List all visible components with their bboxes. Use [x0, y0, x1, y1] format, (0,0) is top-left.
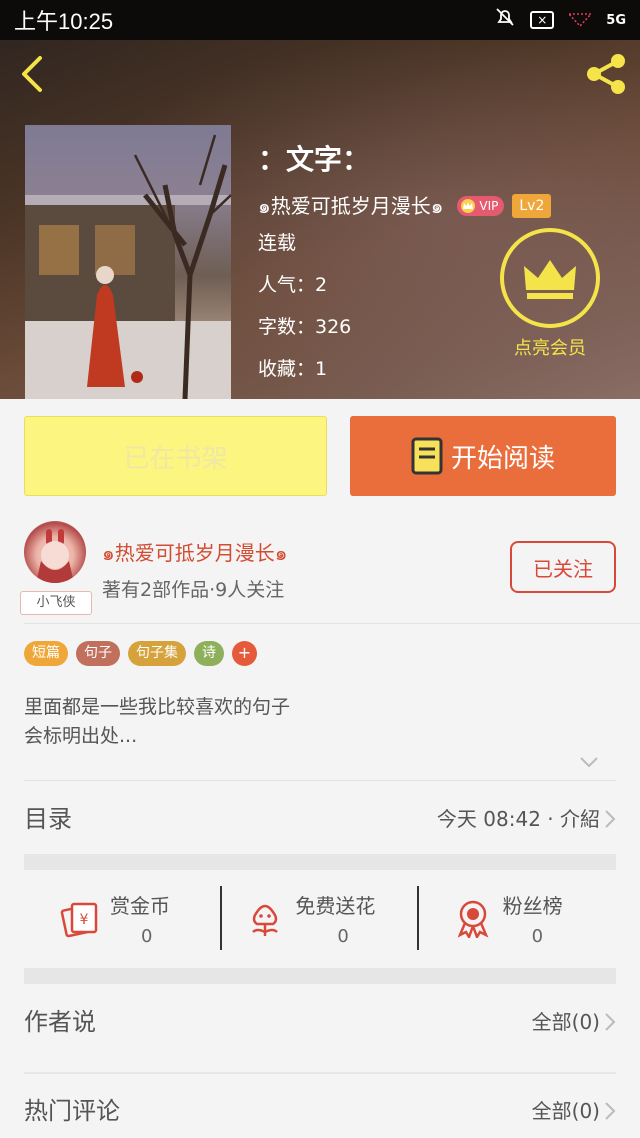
level-badge: Lv2	[512, 194, 552, 218]
description-line: 里面都是一些我比较喜欢的句子	[24, 696, 291, 718]
chevron-left-icon	[22, 56, 42, 92]
author-says-label: 作者说	[24, 1008, 96, 1036]
section-separator	[24, 968, 616, 984]
reward-coins-button[interactable]: ¥ 赏金币 0	[24, 874, 221, 968]
hot-comments-count: 全部(0)	[531, 1099, 600, 1123]
send-flower-count: 0	[337, 926, 349, 947]
chevron-down-icon	[580, 757, 598, 768]
signal-icon	[567, 8, 594, 33]
share-button[interactable]	[582, 52, 630, 96]
fan-rank-count: 0	[531, 926, 544, 947]
author-says-count: 全部(0)	[531, 1010, 600, 1034]
share-icon	[587, 54, 625, 94]
reward-coins-label: 赏金币	[110, 894, 170, 918]
on-shelf-button[interactable]: 已在书架	[24, 416, 327, 496]
send-flower-label: 免费送花	[295, 894, 376, 918]
expand-description-button[interactable]	[578, 754, 600, 770]
back-button[interactable]	[14, 52, 50, 96]
tag-list: 短篇 句子 句子集 诗 +	[24, 641, 257, 666]
crown-icon	[524, 260, 576, 299]
author-name[interactable]: ๑热爱可抵岁月漫长๑	[102, 537, 287, 569]
vip-label: VIP	[479, 199, 499, 213]
book-title: ：文字：	[258, 143, 371, 176]
hot-comments-row[interactable]: 热门评论 全部(0)	[0, 1073, 640, 1138]
catalog-row[interactable]: 目录 今天 08:42 · 介紹	[0, 781, 640, 857]
status-bar: 上午10:25 × 5G	[0, 0, 640, 40]
description-line: 会标明出处...	[24, 725, 138, 747]
followed-button[interactable]: 已关注	[510, 541, 616, 593]
medal-icon	[457, 900, 489, 938]
divider	[24, 623, 640, 624]
network-badge: 5G	[606, 12, 626, 28]
sim-icon: ×	[530, 11, 555, 29]
tag-chip[interactable]: 短篇	[24, 641, 68, 666]
book-header: 上午10:25 × 5G ：文字： ๑热爱可抵岁月漫长๑ VIP Lv2 连载 …	[0, 0, 640, 399]
svg-text:¥: ¥	[80, 912, 89, 928]
add-tag-button[interactable]: +	[232, 641, 257, 666]
tag-chip[interactable]: 句子集	[128, 641, 186, 666]
author-says-row[interactable]: 作者说 全部(0)	[0, 984, 640, 1060]
flower-icon	[252, 904, 279, 936]
status-time: 上午10:25	[14, 9, 114, 34]
tag-chip[interactable]: 诗	[194, 641, 224, 666]
fan-rank-button[interactable]: 粉丝榜 0	[419, 874, 616, 968]
member-label: 点亮会员	[514, 338, 586, 359]
avatar-title-tag: 小飞侠	[20, 591, 92, 615]
book-author-link[interactable]: ๑热爱可抵岁月漫长๑	[258, 190, 443, 222]
reward-coin-icon: ¥	[60, 902, 98, 938]
action-bar: 已在书架 开始阅读	[0, 399, 640, 509]
crown-icon	[461, 199, 476, 213]
section-separator	[24, 854, 616, 870]
stat-separator	[417, 886, 419, 950]
chevron-right-icon	[605, 1102, 616, 1120]
book-description: 里面都是一些我比较喜欢的句子 会标明出处...	[24, 693, 616, 751]
book-icon	[411, 437, 443, 475]
tag-chip[interactable]: 句子	[76, 641, 120, 666]
bell-off-icon	[494, 6, 516, 34]
book-cover-image[interactable]	[25, 125, 231, 399]
send-flower-button[interactable]: 免费送花 0	[221, 874, 418, 968]
hot-comments-label: 热门评论	[24, 1097, 120, 1125]
vip-badge: VIP	[457, 196, 505, 216]
author-avatar[interactable]	[24, 521, 86, 583]
catalog-update-info: 今天 08:42 · 介紹	[436, 807, 600, 831]
start-reading-button[interactable]: 开始阅读	[350, 416, 616, 496]
interaction-stats: ¥ 赏金币 0 免费送花 0 粉丝榜 0	[24, 874, 616, 968]
author-card: 小飞侠 ๑热爱可抵岁月漫长๑ 著有2部作品·9人关注 已关注	[0, 509, 640, 623]
become-member-button[interactable]: 点亮会员	[500, 228, 600, 360]
fan-rank-label: 粉丝榜	[502, 894, 563, 918]
chevron-right-icon	[605, 1013, 616, 1031]
start-reading-label: 开始阅读	[450, 443, 555, 474]
reward-coins-count: 0	[141, 926, 153, 947]
stat-separator	[220, 886, 222, 950]
chevron-right-icon	[605, 810, 616, 828]
catalog-label: 目录	[24, 805, 72, 833]
author-stats: 著有2部作品·9人关注	[102, 579, 285, 601]
